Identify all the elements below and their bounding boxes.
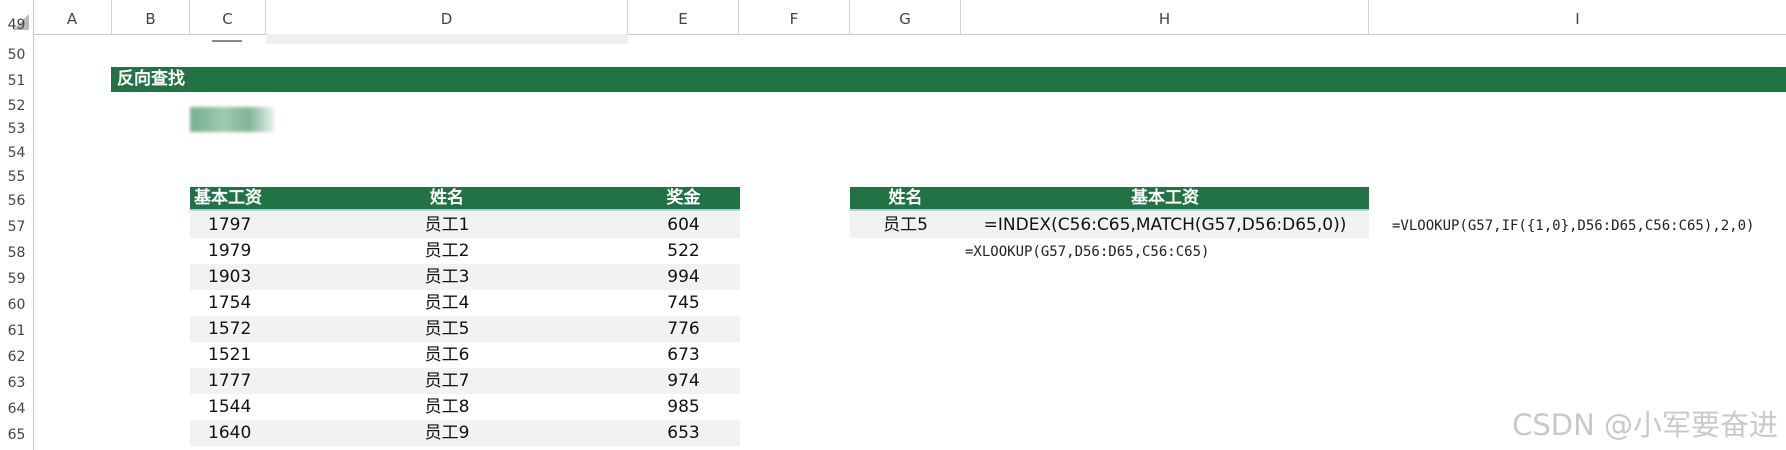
column-header-c[interactable]: C xyxy=(190,0,266,34)
row-header-53[interactable]: 53 xyxy=(0,116,33,142)
cell-salary[interactable]: 1754 xyxy=(208,290,251,316)
spreadsheet: A B C D E F G H I 49 50 51 52 53 54 55 5… xyxy=(0,0,1786,450)
cell-bonus[interactable]: 653 xyxy=(628,420,739,446)
table-row: 1903 员工3 994 xyxy=(190,264,740,290)
row-header-63[interactable]: 63 xyxy=(0,370,33,396)
row-header-49[interactable]: 49 xyxy=(0,18,33,32)
table-row: 1979 员工2 522 xyxy=(190,238,740,264)
cell-bonus[interactable]: 604 xyxy=(628,212,739,238)
cell-bonus[interactable]: 745 xyxy=(628,290,739,316)
header-salary[interactable]: 基本工资 xyxy=(190,187,266,209)
section-banner[interactable]: 反向查找 xyxy=(111,67,1786,92)
table-row: 1754 员工4 745 xyxy=(190,290,740,316)
header-bonus[interactable]: 奖金 xyxy=(628,187,739,209)
cell-bonus[interactable]: 974 xyxy=(628,368,739,394)
row-header-60[interactable]: 60 xyxy=(0,292,33,318)
cell-name[interactable]: 员工9 xyxy=(266,420,628,446)
cell-bonus[interactable]: 776 xyxy=(628,316,739,342)
lookup-name-cell[interactable]: 员工5 xyxy=(850,212,961,238)
row-header-59[interactable]: 59 xyxy=(0,266,33,292)
lookup-header-salary[interactable]: 基本工资 xyxy=(961,187,1369,209)
section-title: 反向查找 xyxy=(117,69,185,89)
cell-salary[interactable]: 1979 xyxy=(208,238,251,264)
cell-salary[interactable]: 1572 xyxy=(208,316,251,342)
column-header-f[interactable]: F xyxy=(739,0,850,34)
row-header-61[interactable]: 61 xyxy=(0,318,33,344)
cell-name[interactable]: 员工8 xyxy=(266,394,628,420)
row-header-64[interactable]: 64 xyxy=(0,396,33,422)
lookup-row: 员工5 =INDEX(C56:C65,MATCH(G57,D56:D65,0)) xyxy=(850,212,1369,238)
blurred-image xyxy=(190,107,274,132)
column-header-a[interactable]: A xyxy=(33,0,112,34)
cell-salary[interactable]: 1521 xyxy=(208,342,251,368)
table-row: 1797 员工1 604 xyxy=(190,212,740,238)
cell-name[interactable]: 员工4 xyxy=(266,290,628,316)
lookup-header-name[interactable]: 姓名 xyxy=(850,187,961,209)
column-header-g[interactable]: G xyxy=(850,0,961,34)
cell-salary[interactable]: 1903 xyxy=(208,264,251,290)
vlookup-formula[interactable]: =VLOOKUP(G57,IF({1,0},D56:D65,C56:C65),2… xyxy=(1392,218,1754,234)
cell-name[interactable]: 员工3 xyxy=(266,264,628,290)
cell-salary[interactable]: 1797 xyxy=(208,212,251,238)
table-row: 1640 员工9 653 xyxy=(190,420,740,446)
column-header: A B C D E F G H I xyxy=(0,0,1786,35)
table-row: 1544 员工8 985 xyxy=(190,394,740,420)
cell-bonus[interactable]: 994 xyxy=(628,264,739,290)
xlookup-formula[interactable]: =XLOOKUP(G57,D56:D65,C56:C65) xyxy=(965,244,1209,260)
row-header-50[interactable]: 50 xyxy=(0,42,33,68)
cell-name[interactable]: 员工2 xyxy=(266,238,628,264)
cell-salary[interactable]: 1544 xyxy=(208,394,251,420)
cell-salary[interactable]: 1640 xyxy=(208,420,251,446)
row-header-56[interactable]: 56 xyxy=(0,188,33,214)
row-header-58[interactable]: 58 xyxy=(0,240,33,266)
column-header-d[interactable]: D xyxy=(266,0,628,34)
column-header-h[interactable]: H xyxy=(961,0,1369,34)
cell-name[interactable]: 员工5 xyxy=(266,316,628,342)
column-header-i[interactable]: I xyxy=(1369,0,1786,34)
lookup-table-header: 姓名 基本工资 xyxy=(850,187,1369,211)
watermark: CSDN @小军要奋进 xyxy=(1512,408,1778,442)
cell-bonus[interactable]: 522 xyxy=(628,238,739,264)
partial-cell-c49[interactable] xyxy=(212,34,242,42)
row-header-51[interactable]: 51 xyxy=(0,68,33,94)
main-table-header: 基本工资 姓名 奖金 xyxy=(190,187,740,211)
cell-name[interactable]: 员工7 xyxy=(266,368,628,394)
row-header-55[interactable]: 55 xyxy=(0,164,33,190)
cell-name[interactable]: 员工6 xyxy=(266,342,628,368)
cell-bonus[interactable]: 673 xyxy=(628,342,739,368)
partial-cell-d49[interactable] xyxy=(266,34,628,44)
header-name[interactable]: 姓名 xyxy=(266,187,628,209)
table-row: 1521 员工6 673 xyxy=(190,342,740,368)
cell-salary[interactable]: 1777 xyxy=(208,368,251,394)
row-header-54[interactable]: 54 xyxy=(0,140,33,166)
row-header-62[interactable]: 62 xyxy=(0,344,33,370)
column-header-b[interactable]: B xyxy=(112,0,190,34)
cell-bonus[interactable]: 985 xyxy=(628,394,739,420)
table-row: 1572 员工5 776 xyxy=(190,316,740,342)
row-header-65[interactable]: 65 xyxy=(0,422,33,448)
index-formula-cell[interactable]: =INDEX(C56:C65,MATCH(G57,D56:D65,0)) xyxy=(961,212,1369,238)
cell-name[interactable]: 员工1 xyxy=(266,212,628,238)
row-header: 49 50 51 52 53 54 55 56 57 58 59 60 61 6… xyxy=(0,18,34,450)
column-header-e[interactable]: E xyxy=(628,0,739,34)
table-row: 1777 员工7 974 xyxy=(190,368,740,394)
row-header-57[interactable]: 57 xyxy=(0,214,33,240)
